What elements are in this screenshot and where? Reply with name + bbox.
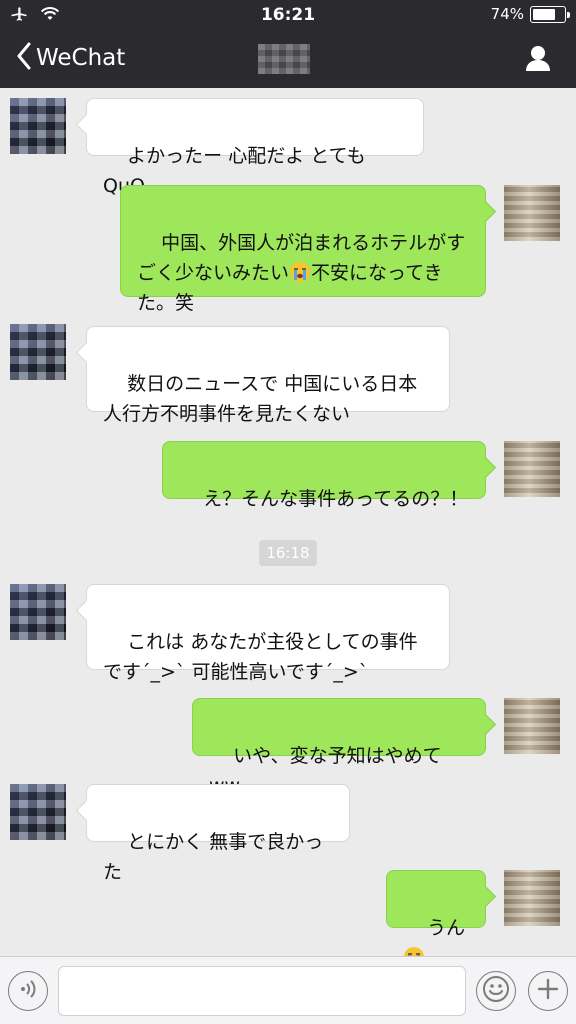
message-bubble-incoming[interactable]: これは あなたが主役としての事件です´_>` 可能性高いです´_>`: [86, 584, 450, 683]
message-text: これは あなたが主役としての事件です´_>` 可能性高いです´_>`: [103, 631, 418, 683]
message-bubble-outgoing[interactable]: いや、変な予知はやめてww: [192, 698, 486, 797]
back-button[interactable]: WeChat: [16, 42, 125, 74]
avatar[interactable]: [10, 784, 66, 840]
avatar[interactable]: [504, 870, 560, 926]
chevron-left-icon: [16, 42, 32, 74]
message-bubble-outgoing[interactable]: 中国、外国人が泊まれるホテルがすごく少ないみたい 不安になってきた。笑: [120, 185, 486, 314]
avatar[interactable]: [504, 185, 560, 241]
plus-icon: [536, 977, 560, 1005]
chat-area[interactable]: よかったー 心配だよ とてもQuQ 中国、外国人が泊まれるホテルがすごく少ないみ…: [0, 88, 576, 967]
message-text: とにかく 無事で良かった: [103, 831, 324, 883]
message-bubble-incoming[interactable]: とにかく 無事で良かった: [86, 784, 350, 883]
voice-button[interactable]: [8, 971, 48, 1011]
emoji-icon: [482, 975, 510, 1007]
avatar[interactable]: [504, 441, 560, 497]
message-bubble-outgoing[interactable]: え？そんな事件あってるの？！: [162, 441, 486, 510]
more-button[interactable]: [528, 971, 568, 1011]
profile-icon: [524, 46, 552, 76]
crying-face-icon: [289, 261, 311, 283]
avatar[interactable]: [504, 698, 560, 754]
avatar[interactable]: [10, 324, 66, 380]
top-bar: 16:21 74% WeChat: [0, 0, 576, 88]
emoji-button[interactable]: [476, 971, 516, 1011]
message-text: うん: [427, 917, 466, 939]
message-text: 数日のニュースで 中国にいる日本人行方不明事件を見たくない: [103, 373, 418, 425]
chat-input-bar: [0, 956, 576, 1024]
status-right-icons: 74%: [490, 5, 570, 23]
message-input[interactable]: [58, 966, 466, 1016]
battery-percent: 74%: [490, 5, 524, 23]
profile-button[interactable]: [524, 44, 552, 76]
chat-title-obscured: [258, 44, 310, 74]
message-bubble-incoming[interactable]: よかったー 心配だよ とてもQuQ: [86, 98, 424, 197]
voice-icon: [17, 978, 39, 1004]
battery-icon: [530, 5, 570, 23]
message-bubble-incoming[interactable]: 数日のニュースで 中国にいる日本人行方不明事件を見たくない: [86, 326, 450, 425]
avatar[interactable]: [10, 98, 66, 154]
message-text: え？そんな事件あってるの？！: [203, 488, 469, 510]
back-label: WeChat: [36, 45, 126, 71]
avatar[interactable]: [10, 584, 66, 640]
status-bar: 16:21 74%: [0, 0, 576, 30]
status-time: 16:21: [260, 5, 316, 25]
message-bubble-outgoing[interactable]: うん: [386, 870, 486, 967]
timestamp-divider: 16:18: [259, 540, 317, 566]
